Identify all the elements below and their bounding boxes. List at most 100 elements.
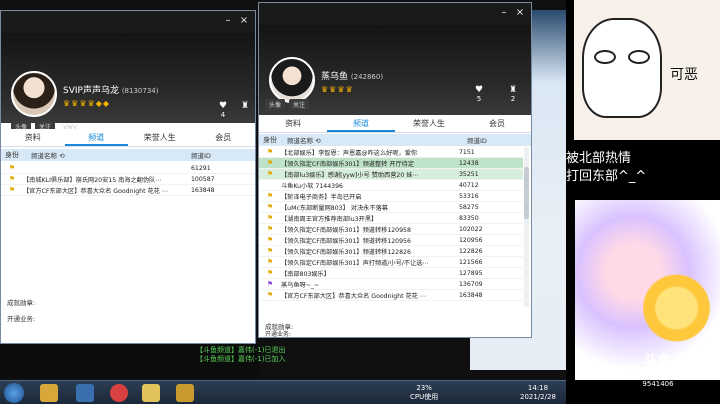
likes-stat[interactable]: ♥ 4	[213, 101, 233, 119]
tab-channels[interactable]: 频道	[327, 115, 395, 132]
header-name[interactable]: 频道名称 ⟲	[281, 135, 467, 145]
channel-list: ⚑ 61291 ⚑ 【南城KLI俱乐部】崩氏网20安15 南海之翻伪队⋯ 100587…	[1, 163, 255, 196]
rank-icon: ⚑	[266, 225, 274, 233]
avatar[interactable]	[269, 57, 315, 103]
close-button[interactable]: ×	[513, 7, 527, 19]
chat-log: 【斗鱼频道】嘉伟(-1)已退出 【斗鱼频道】嘉伟(-1)已加入	[196, 346, 285, 364]
heart-icon: ♥	[474, 85, 484, 95]
tab-honors[interactable]: 荣誉人生	[395, 115, 463, 132]
meme-face	[582, 18, 662, 118]
badge-row: ♛♛♛♛◆◆	[63, 99, 110, 108]
username: 蒸乌鱼 (242860)	[321, 69, 383, 82]
caption-line: 打回东部^_^	[566, 169, 647, 184]
user-id: (8130734)	[121, 87, 159, 95]
channel-name: 【uMc东部断量网803】 对决永不落幕	[281, 204, 388, 212]
table-row[interactable]: ⚑ 【湖南周王官方推荐南部lu3开黑】 83350	[259, 213, 523, 224]
table-row[interactable]: ⚑ 【领久指定CF南部娱乐301】频道转移120958 102022	[259, 224, 523, 235]
logo-text: 斗鱼	[643, 353, 673, 369]
badge-row: ♛♛♛♛	[321, 85, 354, 94]
taskbar: 23% CPU使用 14:18 2021/2/28	[0, 380, 566, 404]
tab-honors[interactable]: 荣誉人生	[128, 129, 192, 146]
tab-info[interactable]: 资料	[259, 115, 327, 132]
profile-tabs: 资料 频道 荣誉人生 会员	[259, 115, 531, 133]
stream-caption: 被北部热情 打回东部^_^	[566, 150, 646, 186]
table-row[interactable]: ⚑ 61291	[1, 163, 255, 174]
username-text: SVIP声声乌龙	[63, 86, 119, 96]
minimize-button[interactable]: –	[221, 15, 235, 27]
table-row[interactable]: ⚑ 【uMc东部断量网803】 对决永不落幕 58275	[259, 202, 523, 213]
header-id[interactable]: 频道ID	[467, 135, 531, 145]
header-name[interactable]: 频道名称 ⟲	[23, 150, 191, 160]
channel-id: 102022	[459, 225, 483, 233]
profile-tabs: 资料 频道 荣誉人生 会员	[1, 129, 255, 147]
likes-count: 4	[220, 111, 226, 119]
channel-name: 【湖南周王官方推荐南部lu3开黑】	[281, 215, 378, 223]
table-row[interactable]: ⚑ 【斩泽电子商务】半岛已开启 53316	[259, 191, 523, 202]
channel-id: 120956	[459, 236, 483, 244]
tab-channels[interactable]: 频道	[64, 129, 128, 146]
taskbar-app-icon[interactable]	[40, 384, 58, 402]
chat-log-line: 【斗鱼频道】嘉伟(-1)已加入	[196, 355, 286, 363]
channel-name: 【南城KLI俱乐部】崩氏网20安15 南海之翻伪队⋯	[23, 176, 162, 184]
channel-id: 58275	[459, 203, 479, 211]
trophy-stat[interactable]: ♜ 2	[503, 85, 523, 103]
rank-icon: ⚑	[266, 291, 274, 299]
taskbar-app-icon[interactable]	[176, 384, 194, 402]
douyu-logo: 斗鱼 房间号 9541406	[630, 350, 686, 394]
rank-icon: ⚑	[266, 159, 274, 167]
table-row[interactable]: ⚑ 【南部803娱乐】 127895	[259, 268, 523, 279]
rank-icon: ⚑	[8, 186, 16, 194]
room-number: 9541406	[642, 380, 674, 388]
channel-id: 35251	[459, 170, 479, 178]
tab-membership[interactable]: 会员	[192, 129, 256, 146]
taskbar-app-icon[interactable]	[142, 384, 160, 402]
rank-icon: ⚑	[266, 247, 274, 255]
start-button[interactable]	[4, 383, 24, 403]
meme-eye	[594, 50, 616, 64]
trophy-stat[interactable]: ♜	[235, 101, 255, 111]
channel-table-header: 身份 频道名称 ⟲ 频道ID	[259, 134, 531, 146]
tab-info[interactable]: 资料	[1, 129, 65, 146]
heart-icon: ♥	[218, 101, 228, 111]
channel-name: 【领久指定CF南部娱乐301】频道整转 开厅待定	[281, 160, 415, 168]
taskbar-app-icon[interactable]	[76, 384, 94, 402]
channel-id: 163848	[459, 291, 483, 299]
likes-stat[interactable]: ♥ 5	[469, 85, 489, 103]
header-position: 身份	[263, 136, 277, 144]
table-row[interactable]: ⚑ 【北部娱乐】李智恩：声恩嘉@咋这么好呢，爱你 7151	[259, 147, 523, 158]
channel-name: 【斩泽电子商务】半岛已开启	[281, 193, 362, 201]
rank-icon: ⚑	[266, 280, 274, 288]
taskbar-app-icon[interactable]	[110, 384, 128, 402]
table-row[interactable]: ⚑ 【领久指定CF南部娱乐301】频道转移120956 120956	[259, 235, 523, 246]
tab-membership[interactable]: 会员	[463, 115, 531, 132]
table-row[interactable]: ⚑ 【官方CF东部大区】恭喜大众名 Goodnight 花花 ⋯ 163848	[1, 185, 255, 196]
table-row[interactable]: ⚑ 蒸乌鱼呀~_~ 136709	[259, 279, 523, 290]
table-row[interactable]: 斗鱼Ku小软 7144396 40712	[259, 180, 523, 191]
mini-tab-follow[interactable]: 关注	[289, 99, 310, 110]
cpu-percent: 23%	[416, 384, 432, 392]
mini-tab-avatar[interactable]: 头像	[265, 99, 286, 110]
close-button[interactable]: ×	[237, 15, 251, 27]
table-row[interactable]: ⚑ 【领久指定CF南部娱乐301】声打频道/小号/不让选⋯ 121566	[259, 257, 523, 268]
channel-list-scrollbar[interactable]	[524, 147, 529, 307]
header-id[interactable]: 频道ID	[191, 150, 255, 160]
table-row[interactable]: ⚑ 【南部lu3娱乐】感谢[yyw]小号 赞助西营20 妹⋯ 35251	[259, 169, 523, 180]
trophy-count: 2	[510, 95, 516, 103]
channel-id: 121566	[459, 258, 483, 266]
table-row[interactable]: ⚑ 【南城KLI俱乐部】崩氏网20安15 南海之翻伪队⋯ 100587	[1, 174, 255, 185]
scrollbar-thumb[interactable]	[524, 167, 529, 219]
minimize-button[interactable]: –	[497, 7, 511, 19]
clock[interactable]: 14:18 2021/2/28	[520, 384, 556, 402]
cpu-monitor[interactable]: 23% CPU使用	[410, 384, 438, 402]
channel-name: 斗鱼Ku小软 7144396	[281, 182, 343, 190]
avatar[interactable]	[11, 71, 57, 117]
table-row[interactable]: ⚑ 【领久指定CF南部娱乐301】频道转移122826 122826	[259, 246, 523, 257]
channel-name: 【领久指定CF南部娱乐301】频道转移122826	[281, 248, 411, 256]
channel-name: 【南部803娱乐】	[281, 270, 330, 278]
table-row[interactable]: ⚑ 【领久指定CF南部娱乐301】频道整转 开厅待定 12438	[259, 158, 523, 169]
meme-eye	[628, 50, 650, 64]
table-row[interactable]: ⚑ 【官方CF东部大区】恭喜大众名 Goodnight 花花 ⋯ 163848	[259, 290, 523, 301]
channel-name: 【领久指定CF南部娱乐301】声打频道/小号/不让选⋯	[281, 259, 429, 267]
channel-id: 127895	[459, 269, 483, 277]
channel-name: 【官方CF东部大区】恭喜大众名 Goodnight 花花 ⋯	[281, 292, 426, 300]
